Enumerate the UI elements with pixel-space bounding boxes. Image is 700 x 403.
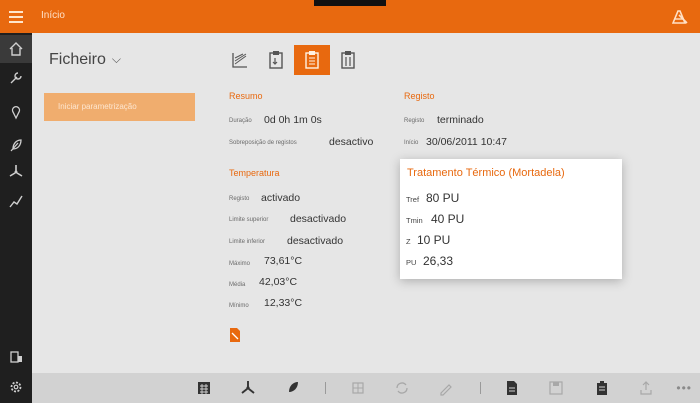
more-options-icon[interactable]: ••• xyxy=(676,381,692,395)
sidebar-item-device[interactable] xyxy=(8,349,24,365)
menu-icon[interactable] xyxy=(9,11,23,23)
sync-disabled-icon xyxy=(396,382,408,394)
page-title: Início xyxy=(41,10,65,21)
pin-icon xyxy=(11,106,21,120)
clipboard-list-icon xyxy=(305,51,319,69)
section-title-resumo: Resumo xyxy=(229,91,263,101)
feather-icon xyxy=(10,139,22,152)
tmin-value: 40 PU xyxy=(431,212,465,226)
z-label: Z xyxy=(406,237,411,246)
upper-limit-value: desactivado xyxy=(290,213,347,225)
overlap-value: desactivo xyxy=(329,136,374,148)
chart-lines-icon xyxy=(232,53,247,68)
start-parametrization-button[interactable]: Iniciar parametrização xyxy=(44,93,195,121)
feather-icon[interactable] xyxy=(284,380,300,396)
duration-label: Duração xyxy=(229,118,252,124)
separator xyxy=(480,382,481,394)
min-value: 12,33°C xyxy=(264,297,303,309)
document-icon[interactable] xyxy=(504,380,520,396)
window-notch xyxy=(314,0,386,6)
duration-value: 0d 0h 1m 0s xyxy=(264,114,322,126)
summary-view-button[interactable] xyxy=(294,45,330,75)
calculator-icon[interactable] xyxy=(196,380,212,396)
tref-value: 80 PU xyxy=(426,191,460,205)
grid-disabled-icon xyxy=(352,382,364,394)
min-label: Mínimo xyxy=(229,303,249,309)
section-title-registo: Registo xyxy=(404,91,435,101)
record-state-value: terminado xyxy=(437,114,484,126)
pu-value: 26,33 xyxy=(423,254,454,268)
record-start-label: Início xyxy=(404,140,419,146)
clipboard-icon xyxy=(269,51,283,69)
mean-value: 42,03°C xyxy=(259,276,298,288)
sidebar-item-settings[interactable] xyxy=(8,379,24,395)
z-value: 10 PU xyxy=(417,233,451,247)
sidebar-item-feather[interactable] xyxy=(8,137,24,153)
bottom-command-bar: ••• xyxy=(32,373,700,403)
temp-record-value: activado xyxy=(261,192,301,204)
upper-limit-label: Limite superior xyxy=(229,217,269,223)
max-value: 73,61°C xyxy=(264,255,303,267)
mean-label: Média xyxy=(229,282,246,288)
home-icon xyxy=(9,42,23,56)
lower-limit-label: Limite inferior xyxy=(229,239,266,245)
fan-icon[interactable] xyxy=(240,380,256,396)
tmin-label: Tmin xyxy=(406,216,423,225)
heat-treatment-card: Tratamento Térmico (Mortadela) Tref 80 P… xyxy=(400,159,622,279)
brand-logo-icon xyxy=(672,10,688,24)
report-view-button[interactable] xyxy=(330,45,366,75)
record-state-label: Registo xyxy=(404,118,425,124)
export-disabled-icon xyxy=(640,381,652,395)
temp-record-label: Registo xyxy=(229,196,250,202)
sidebar-item-graph[interactable] xyxy=(8,193,24,209)
settings-icon xyxy=(10,381,22,393)
sidebar-item-tools[interactable] xyxy=(8,70,24,86)
clipboard-icon[interactable] xyxy=(594,380,610,396)
edit-disabled-icon xyxy=(440,384,452,396)
chevron-down-icon: ⌵ xyxy=(111,52,122,66)
record-start-value: 30/06/2011 10:47 xyxy=(426,136,507,148)
sidebar-item-home[interactable] xyxy=(0,35,32,63)
device-icon xyxy=(10,351,22,363)
clipboard-columns-icon xyxy=(341,51,355,69)
max-label: Máximo xyxy=(229,261,251,267)
lower-limit-value: desactivado xyxy=(287,235,344,247)
file-menu[interactable]: Ficheiro ⌵ xyxy=(49,51,121,69)
chart-pen-icon xyxy=(9,195,23,208)
wrench-icon xyxy=(10,72,22,84)
section-title-temperatura: Temperatura xyxy=(229,168,280,178)
top-bar: Início xyxy=(0,0,700,33)
file-menu-label: Ficheiro xyxy=(49,51,106,68)
sidebar-item-location[interactable] xyxy=(8,104,24,120)
sidebar xyxy=(0,33,32,403)
separator xyxy=(325,382,326,394)
save-disabled-icon xyxy=(549,381,563,395)
overlap-label: Sobreposição de registos xyxy=(229,140,297,146)
document-link-icon[interactable] xyxy=(228,327,242,343)
tref-label: Tref xyxy=(406,195,420,204)
sidebar-item-fan[interactable] xyxy=(8,163,24,179)
chart-view-button[interactable] xyxy=(222,45,258,75)
heat-treatment-title: Tratamento Térmico (Mortadela) xyxy=(407,167,565,179)
clipboard-view-button[interactable] xyxy=(258,45,294,75)
fan-icon xyxy=(9,165,23,177)
pu-label: PU xyxy=(406,258,417,267)
